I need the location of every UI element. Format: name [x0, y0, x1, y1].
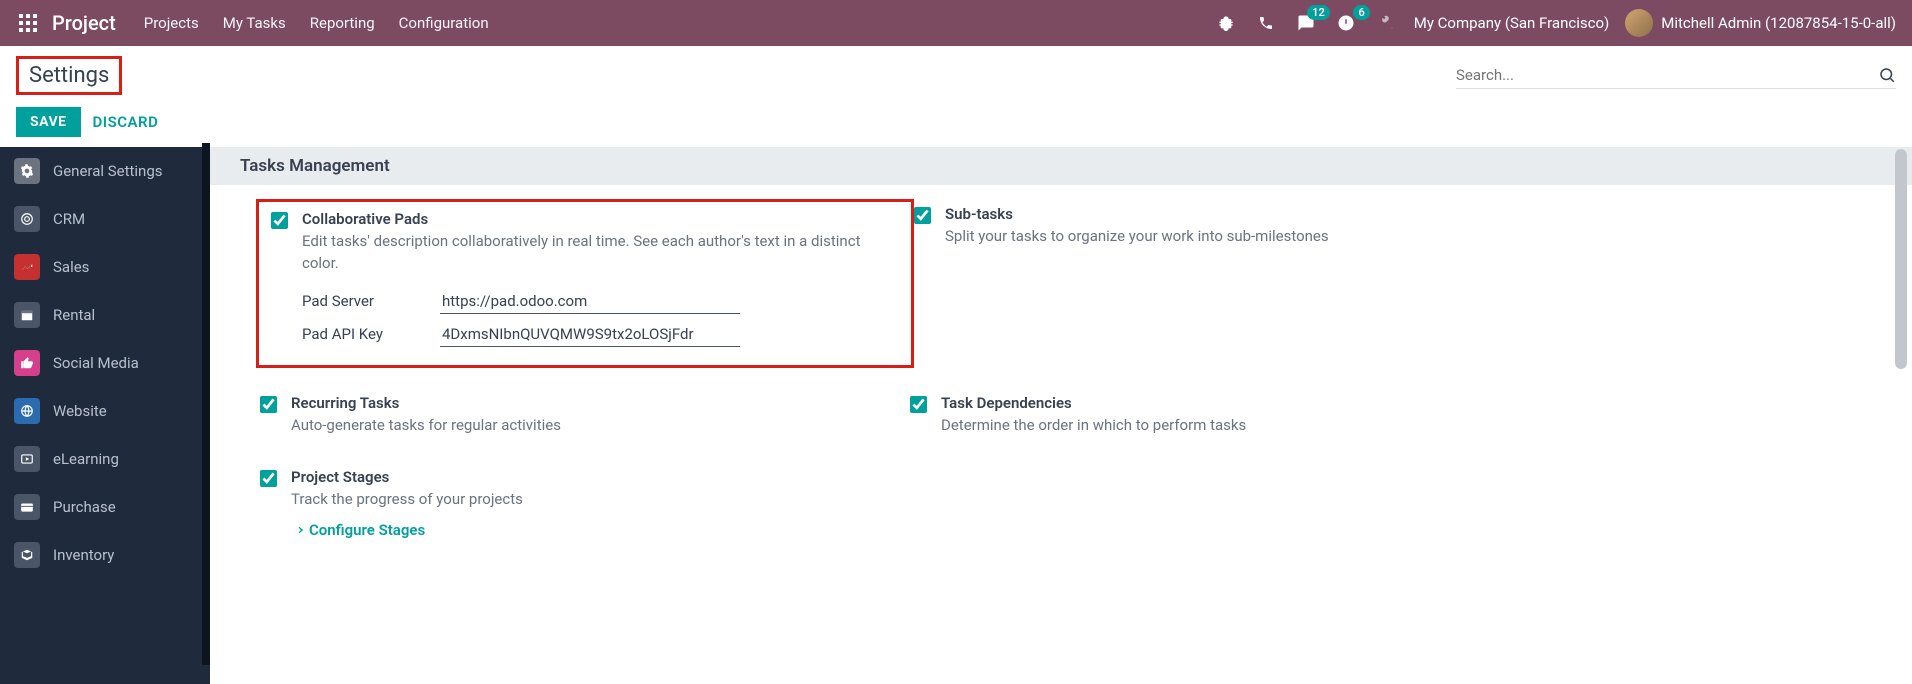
section-header: Tasks Management	[210, 147, 1912, 185]
action-bar: Settings	[0, 46, 1912, 101]
sidebar-item-label: Rental	[53, 306, 95, 324]
user-name: Mitchell Admin (12087854-15-0-all)	[1661, 14, 1896, 32]
main-area: General Settings CRM Sales Rental Social…	[0, 147, 1912, 684]
search-container	[1456, 62, 1896, 89]
card-icon	[14, 494, 40, 520]
apps-menu-icon[interactable]	[16, 11, 40, 35]
sidebar-item-rental[interactable]: Rental	[0, 291, 210, 339]
setting-sub-tasks: Sub-tasks Split your tasks to organize y…	[914, 199, 1564, 368]
page-title: Settings	[16, 56, 122, 95]
bug-icon[interactable]	[1214, 11, 1238, 35]
sidebar-item-label: Social Media	[53, 354, 139, 372]
save-button[interactable]: SAVE	[16, 107, 81, 137]
navbar-right: 12 6 My Company (San Francisco) Mitchell…	[1214, 9, 1896, 37]
settings-grid: Collaborative Pads Edit tasks' descripti…	[230, 185, 1912, 567]
sidebar-item-label: General Settings	[53, 162, 163, 180]
thumbs-up-icon	[14, 350, 40, 376]
gear-icon	[14, 158, 40, 184]
messages-badge: 12	[1307, 5, 1330, 20]
box-icon	[14, 542, 40, 568]
user-menu[interactable]: Mitchell Admin (12087854-15-0-all)	[1625, 9, 1896, 37]
recurring-desc: Auto-generate tasks for regular activiti…	[291, 415, 910, 437]
sidebar-item-label: Purchase	[53, 498, 116, 516]
sidebar-item-social-media[interactable]: Social Media	[0, 339, 210, 387]
recurring-title: Recurring Tasks	[291, 394, 910, 412]
configure-stages-label: Configure Stages	[309, 521, 425, 539]
arrow-right-icon	[291, 523, 305, 537]
nav-link-configuration[interactable]: Configuration	[399, 14, 489, 32]
subtasks-checkbox[interactable]	[914, 207, 931, 224]
nav-link-projects[interactable]: Projects	[144, 14, 199, 32]
dependencies-title: Task Dependencies	[941, 394, 1560, 412]
nav-link-my-tasks[interactable]: My Tasks	[223, 14, 286, 32]
play-icon	[14, 446, 40, 472]
sidebar-item-label: Inventory	[53, 546, 114, 564]
calendar-icon	[14, 302, 40, 328]
setting-recurring-tasks: Recurring Tasks Auto-generate tasks for …	[260, 388, 910, 443]
pad-api-key-label: Pad API Key	[302, 325, 440, 343]
target-icon	[14, 206, 40, 232]
sidebar-item-label: eLearning	[53, 450, 119, 468]
configure-stages-link[interactable]: Configure Stages	[291, 521, 425, 539]
recurring-checkbox[interactable]	[260, 396, 277, 413]
sidebar-item-purchase[interactable]: Purchase	[0, 483, 210, 531]
activities-icon[interactable]: 6	[1334, 11, 1358, 35]
dependencies-checkbox[interactable]	[910, 396, 927, 413]
button-bar: SAVE DISCARD	[0, 101, 1912, 147]
discard-button[interactable]: DISCARD	[93, 113, 159, 131]
dependencies-desc: Determine the order in which to perform …	[941, 415, 1560, 437]
stages-checkbox[interactable]	[260, 470, 277, 487]
avatar-icon	[1625, 9, 1653, 37]
setting-task-dependencies: Task Dependencies Determine the order in…	[910, 388, 1560, 443]
sidebar-item-label: Sales	[53, 258, 89, 276]
sidebar-item-inventory[interactable]: Inventory	[0, 531, 210, 579]
globe-icon	[14, 398, 40, 424]
search-input[interactable]	[1456, 66, 1870, 84]
search-icon[interactable]	[1878, 66, 1896, 84]
sidebar-item-crm[interactable]: CRM	[0, 195, 210, 243]
app-brand[interactable]: Project	[52, 11, 116, 35]
setting-project-stages: Project Stages Track the progress of you…	[260, 462, 910, 547]
sidebar-item-general-settings[interactable]: General Settings	[0, 147, 210, 195]
sidebar-item-elearning[interactable]: eLearning	[0, 435, 210, 483]
pads-desc: Edit tasks' description collaboratively …	[302, 231, 899, 275]
activities-badge: 6	[1353, 5, 1369, 20]
sidebar-item-label: CRM	[53, 210, 85, 228]
nav-links: Projects My Tasks Reporting Configuratio…	[144, 14, 489, 32]
content-scrollbar[interactable]	[1892, 147, 1910, 684]
messages-icon[interactable]: 12	[1294, 11, 1318, 35]
subtasks-desc: Split your tasks to organize your work i…	[945, 226, 1564, 248]
settings-content: Tasks Management Collaborative Pads Edit…	[210, 147, 1912, 684]
stages-title: Project Stages	[291, 468, 910, 486]
field-pad-api-key: Pad API Key	[302, 322, 899, 347]
setting-collaborative-pads: Collaborative Pads Edit tasks' descripti…	[256, 199, 914, 368]
pad-api-key-input[interactable]	[440, 322, 740, 347]
settings-sidebar: General Settings CRM Sales Rental Social…	[0, 147, 210, 684]
stages-desc: Track the progress of your projects	[291, 489, 910, 511]
pad-server-input[interactable]	[440, 289, 740, 314]
sidebar-scrollbar[interactable]	[202, 143, 210, 665]
sidebar-item-label: Website	[53, 402, 107, 420]
pad-server-label: Pad Server	[302, 292, 440, 310]
phone-icon[interactable]	[1254, 11, 1278, 35]
top-navbar: Project Projects My Tasks Reporting Conf…	[0, 0, 1912, 46]
pads-checkbox[interactable]	[271, 212, 288, 229]
chart-icon	[14, 254, 40, 280]
company-selector[interactable]: My Company (San Francisco)	[1414, 14, 1609, 32]
sidebar-item-sales[interactable]: Sales	[0, 243, 210, 291]
subtasks-title: Sub-tasks	[945, 205, 1564, 223]
field-pad-server: Pad Server	[302, 289, 899, 314]
scrollbar-thumb[interactable]	[1895, 149, 1907, 369]
sidebar-item-website[interactable]: Website	[0, 387, 210, 435]
pads-title: Collaborative Pads	[302, 210, 899, 228]
tools-icon[interactable]	[1374, 11, 1398, 35]
nav-link-reporting[interactable]: Reporting	[310, 14, 375, 32]
